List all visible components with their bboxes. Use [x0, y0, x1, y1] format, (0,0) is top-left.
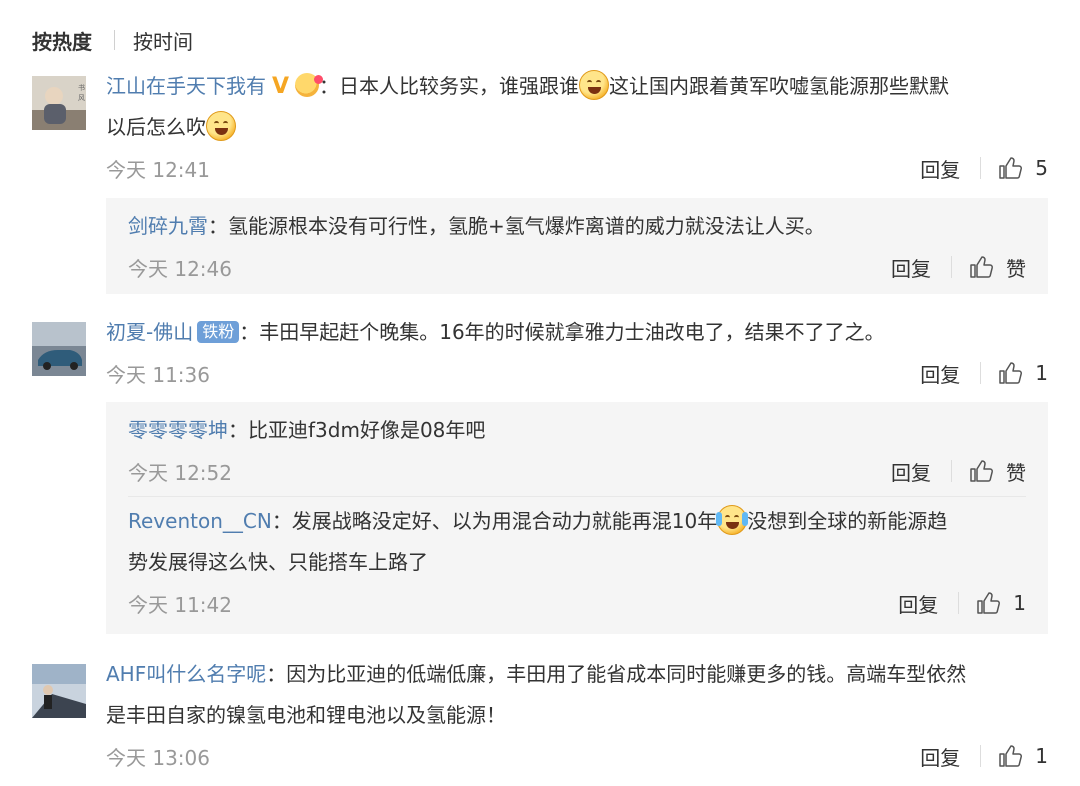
comment-time: 今天 13:06 — [106, 745, 210, 770]
action-divider — [980, 157, 982, 179]
svg-text:风: 风 — [78, 94, 85, 102]
sub-reply-content: ：比亚迪f3dm好像是08年吧 — [228, 418, 486, 442]
comment-meta: 今天 12:41 回复 5 — [106, 148, 1048, 188]
like-label: 赞 — [1006, 460, 1026, 485]
sub-reply: 剑碎九霄：氢能源根本没有可行性，氢脆+氢气爆炸离谱的威力就没法让人买。 今天 1… — [128, 198, 1026, 287]
sub-reply: 零零零零坤：比亚迪f3dm好像是08年吧 今天 12:52 回复 赞 — [128, 402, 1026, 496]
reply-button[interactable]: 回复 — [891, 253, 931, 282]
sub-reply-meta: 今天 12:46 回复 赞 — [128, 247, 1026, 287]
sub-reply-time: 今天 12:46 — [128, 256, 232, 281]
thumbs-up-icon — [999, 157, 1023, 179]
svg-text:书: 书 — [78, 83, 85, 92]
username-link[interactable]: 零零零零坤 — [128, 418, 228, 442]
laugh-cry-emoji-icon — [716, 505, 749, 535]
reply-thread: 零零零零坤：比亚迪f3dm好像是08年吧 今天 12:52 回复 赞 Reven… — [106, 402, 1048, 634]
sub-reply-text: 零零零零坤：比亚迪f3dm好像是08年吧 — [128, 410, 1026, 451]
action-divider — [951, 460, 952, 482]
like-button[interactable]: 赞 — [968, 253, 1026, 282]
reply-button[interactable]: 回复 — [920, 742, 960, 771]
comment-text: AHF叫什么名字呢：因为比亚迪的低端低廉，丰田用了能省成本同时能赚更多的钱。高端… — [106, 654, 1048, 736]
username-link[interactable]: 剑碎九霄 — [128, 214, 208, 238]
like-label: 赞 — [1006, 256, 1026, 281]
reply-button[interactable]: 回复 — [891, 457, 931, 486]
grin-emoji-icon — [579, 70, 610, 100]
comment-meta: 今天 13:06 回复 1 — [106, 736, 1048, 776]
comment-text: 初夏-佛山 铁粉 ：丰田早起赶个晚集。16年的时候就拿雅力士油改电了，结果不了了之。 — [106, 312, 1048, 353]
username-link[interactable]: 江山在手天下我有 — [106, 74, 266, 98]
avatar[interactable] — [32, 664, 86, 718]
comment-text: 江山在手天下我有 V ：日本人比较务实，谁强跟谁 这让国内跟着黄军吹嘘氢能源那些默默 … — [106, 66, 1048, 148]
sub-reply-content: 没想到全球的新能源趋 — [747, 509, 948, 533]
comment-item: AHF叫什么名字呢：因为比亚迪的低端低廉，丰田用了能省成本同时能赚更多的钱。高端… — [32, 654, 1048, 784]
username-link[interactable]: AHF叫什么名字呢 — [106, 662, 266, 686]
thumbs-up-icon — [977, 592, 1001, 614]
sub-reply-actions: 回复 赞 — [891, 451, 1026, 491]
comment-text-part: 以后怎么吹 — [106, 115, 206, 139]
sub-reply-time: 今天 12:52 — [128, 460, 232, 485]
action-divider — [951, 256, 952, 278]
sub-reply: Reventon__CN：发展战略没定好、以为用混合动力就能再混10年 没想到全球… — [128, 496, 1026, 623]
comment-actions: 回复 5 — [920, 148, 1048, 188]
thumbs-up-icon — [970, 460, 993, 482]
comment-actions: 回复 1 — [920, 736, 1048, 776]
like-count: 1 — [1035, 744, 1048, 768]
sub-reply-text: Reventon__CN：发展战略没定好、以为用混合动力就能再混10年 没想到全球… — [128, 501, 1026, 583]
comment-text-part: ：因为比亚迪的低端低廉，丰田用了能省成本同时能赚更多的钱。高端车型依然 — [266, 662, 967, 686]
sub-reply-actions: 回复 1 — [898, 583, 1026, 623]
sub-reply-time: 今天 11:42 — [128, 592, 232, 617]
verified-badge-icon: V — [272, 74, 290, 99]
comment-item: 初夏-佛山 铁粉 ：丰田早起赶个晚集。16年的时候就拿雅力士油改电了，结果不了了之。… — [32, 312, 1048, 392]
sub-reply-meta: 今天 12:52 回复 赞 — [128, 451, 1026, 491]
comment-meta: 今天 11:36 回复 1 — [106, 353, 1048, 393]
reply-thread: 剑碎九霄：氢能源根本没有可行性，氢脆+氢气爆炸离谱的威力就没法让人买。 今天 1… — [106, 198, 1048, 294]
comment-actions: 回复 1 — [920, 353, 1048, 393]
comment-text-part: 是丰田自家的镍氢电池和锂电池以及氢能源！ — [106, 703, 506, 727]
sort-divider — [114, 30, 115, 50]
fan-level-badge-icon — [295, 73, 324, 97]
avatar[interactable] — [32, 322, 86, 376]
sort-by-hot-tab[interactable]: 按热度 — [32, 26, 92, 55]
thumbs-up-icon — [999, 362, 1023, 384]
like-button[interactable]: 1 — [975, 590, 1026, 616]
reply-button[interactable]: 回复 — [920, 154, 960, 183]
sub-reply-meta: 今天 11:42 回复 1 — [128, 583, 1026, 623]
sub-reply-content: ：氢能源根本没有可行性，氢脆+氢气爆炸离谱的威力就没法让人买。 — [208, 214, 825, 238]
like-button[interactable]: 5 — [997, 155, 1048, 181]
comment-text-part: ：丰田早起赶个晚集。16年的时候就拿雅力士油改电了，结果不了了之。 — [239, 320, 885, 344]
avatar[interactable]: 书 风 — [32, 76, 86, 130]
sub-reply-actions: 回复 赞 — [891, 247, 1026, 287]
thumbs-up-icon — [970, 256, 993, 278]
laugh-emoji-icon — [206, 111, 236, 141]
like-count: 1 — [1035, 361, 1048, 385]
comment-text-part: 这让国内跟着黄军吹嘘氢能源那些默默 — [609, 74, 950, 98]
action-divider — [958, 592, 960, 614]
username-link[interactable]: 初夏-佛山 — [106, 320, 193, 344]
action-divider — [980, 362, 982, 384]
action-divider — [980, 745, 982, 767]
like-count: 1 — [1013, 591, 1026, 615]
sub-reply-content: 势发展得这么快、只能搭车上路了 — [128, 550, 428, 574]
fan-badge: 铁粉 — [197, 321, 240, 343]
sort-bar: 按热度 按时间 — [32, 26, 193, 54]
like-button[interactable]: 赞 — [968, 457, 1026, 486]
sub-reply-text: 剑碎九霄：氢能源根本没有可行性，氢脆+氢气爆炸离谱的威力就没法让人买。 — [128, 206, 1026, 247]
reply-button[interactable]: 回复 — [898, 589, 938, 618]
comment-item: 书 风 江山在手天下我有 V ：日本人比较务实，谁强跟谁 这让国内跟着黄军吹嘘氢能源那… — [32, 66, 1048, 196]
sort-by-time-tab[interactable]: 按时间 — [133, 26, 193, 55]
username-link[interactable]: Reventon__CN — [128, 509, 272, 533]
like-count: 5 — [1035, 156, 1048, 180]
thumbs-up-icon — [999, 745, 1023, 767]
comment-time: 今天 11:36 — [106, 362, 210, 387]
reply-button[interactable]: 回复 — [920, 359, 960, 388]
sub-reply-content: ：发展战略没定好、以为用混合动力就能再混10年 — [271, 509, 718, 533]
comment-text-part: ：日本人比较务实，谁强跟谁 — [319, 74, 580, 98]
comment-time: 今天 12:41 — [106, 157, 210, 182]
like-button[interactable]: 1 — [997, 360, 1048, 386]
like-button[interactable]: 1 — [997, 743, 1048, 769]
